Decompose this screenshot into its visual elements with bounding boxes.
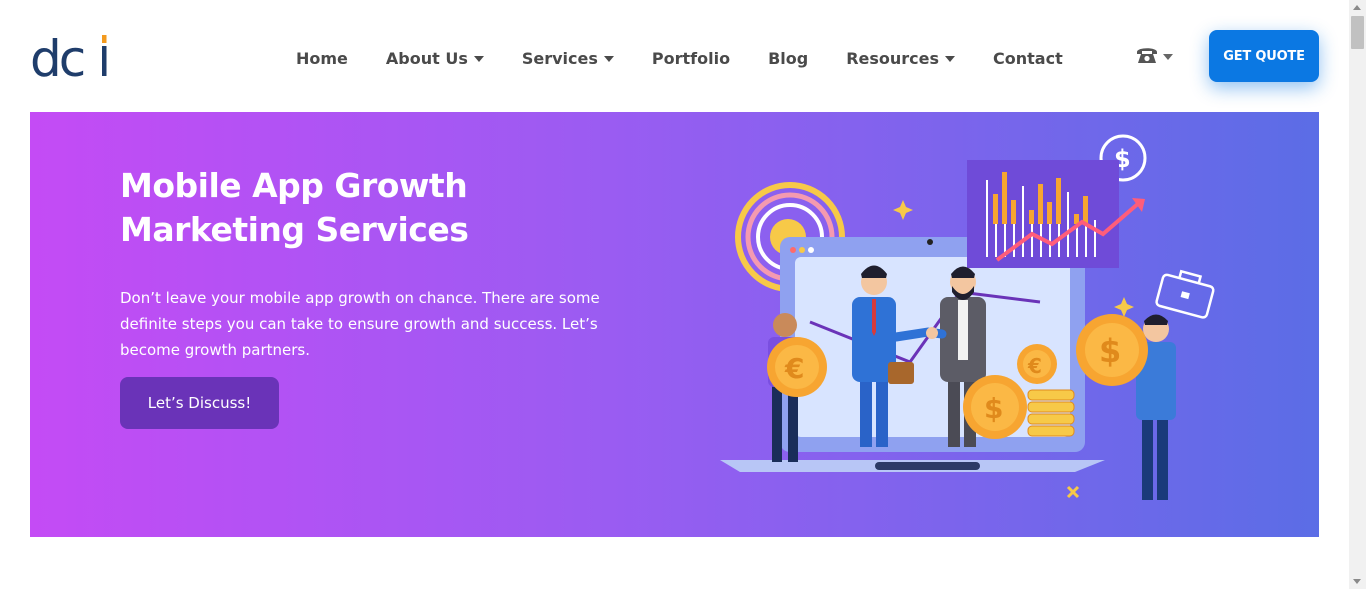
nav-blog[interactable]: Blog — [768, 49, 808, 68]
phone-dropdown[interactable] — [1135, 44, 1173, 66]
vertical-scrollbar[interactable] — [1349, 0, 1366, 589]
hero-title-line1: Mobile App Growth — [120, 166, 468, 205]
nav-portfolio[interactable]: Portfolio — [652, 49, 730, 68]
lets-discuss-button[interactable]: Let’s Discuss! — [120, 377, 279, 429]
nav-resources-label: Resources — [846, 48, 940, 68]
nav-services[interactable]: Services — [522, 49, 614, 68]
caret-down-icon — [473, 55, 484, 62]
nav-home[interactable]: Home — [296, 49, 348, 68]
svg-text:dc: dc — [30, 32, 84, 80]
hero-banner: Mobile App Growth Marketing Services Don… — [30, 112, 1319, 537]
dci-logo[interactable]: dc — [30, 32, 112, 80]
svg-text:€: € — [784, 352, 804, 385]
nav-contact-label: Contact — [993, 48, 1063, 68]
nav-blog-label: Blog — [768, 48, 809, 68]
caret-down-icon — [945, 55, 956, 62]
main-nav: Home About Us Services Portfolio Blog Re… — [296, 44, 1101, 72]
nav-about-us[interactable]: About Us — [386, 49, 484, 68]
scroll-up-arrow-icon[interactable] — [1353, 5, 1361, 10]
nav-resources[interactable]: Resources — [846, 48, 956, 68]
caret-down-icon — [603, 55, 614, 62]
hero-description: Don’t leave your mobile app growth on ch… — [120, 289, 600, 359]
phone-icon — [1137, 48, 1157, 63]
nav-services-label: Services — [521, 48, 598, 68]
svg-text:€: € — [1027, 354, 1042, 378]
site-header: dc Home About Us Services Portfolio Blog… — [0, 0, 1349, 112]
get-quote-button[interactable]: GET QUOTE — [1209, 30, 1319, 82]
hero-title: Mobile App Growth Marketing Services — [120, 164, 540, 252]
hero-title-line2: Marketing Services — [120, 210, 469, 249]
nav-portfolio-label: Portfolio — [651, 48, 731, 68]
scroll-down-arrow-icon[interactable] — [1353, 579, 1361, 584]
growth-illustration: $ € $ € $ — [720, 134, 1215, 500]
nav-home-label: Home — [296, 48, 348, 68]
caret-down-icon — [1163, 54, 1173, 60]
nav-about-us-label: About Us — [385, 48, 468, 68]
svg-text:$: $ — [1099, 332, 1121, 370]
svg-text:$: $ — [984, 392, 1003, 425]
scrollbar-thumb[interactable] — [1351, 16, 1364, 49]
nav-contact[interactable]: Contact — [993, 49, 1063, 68]
